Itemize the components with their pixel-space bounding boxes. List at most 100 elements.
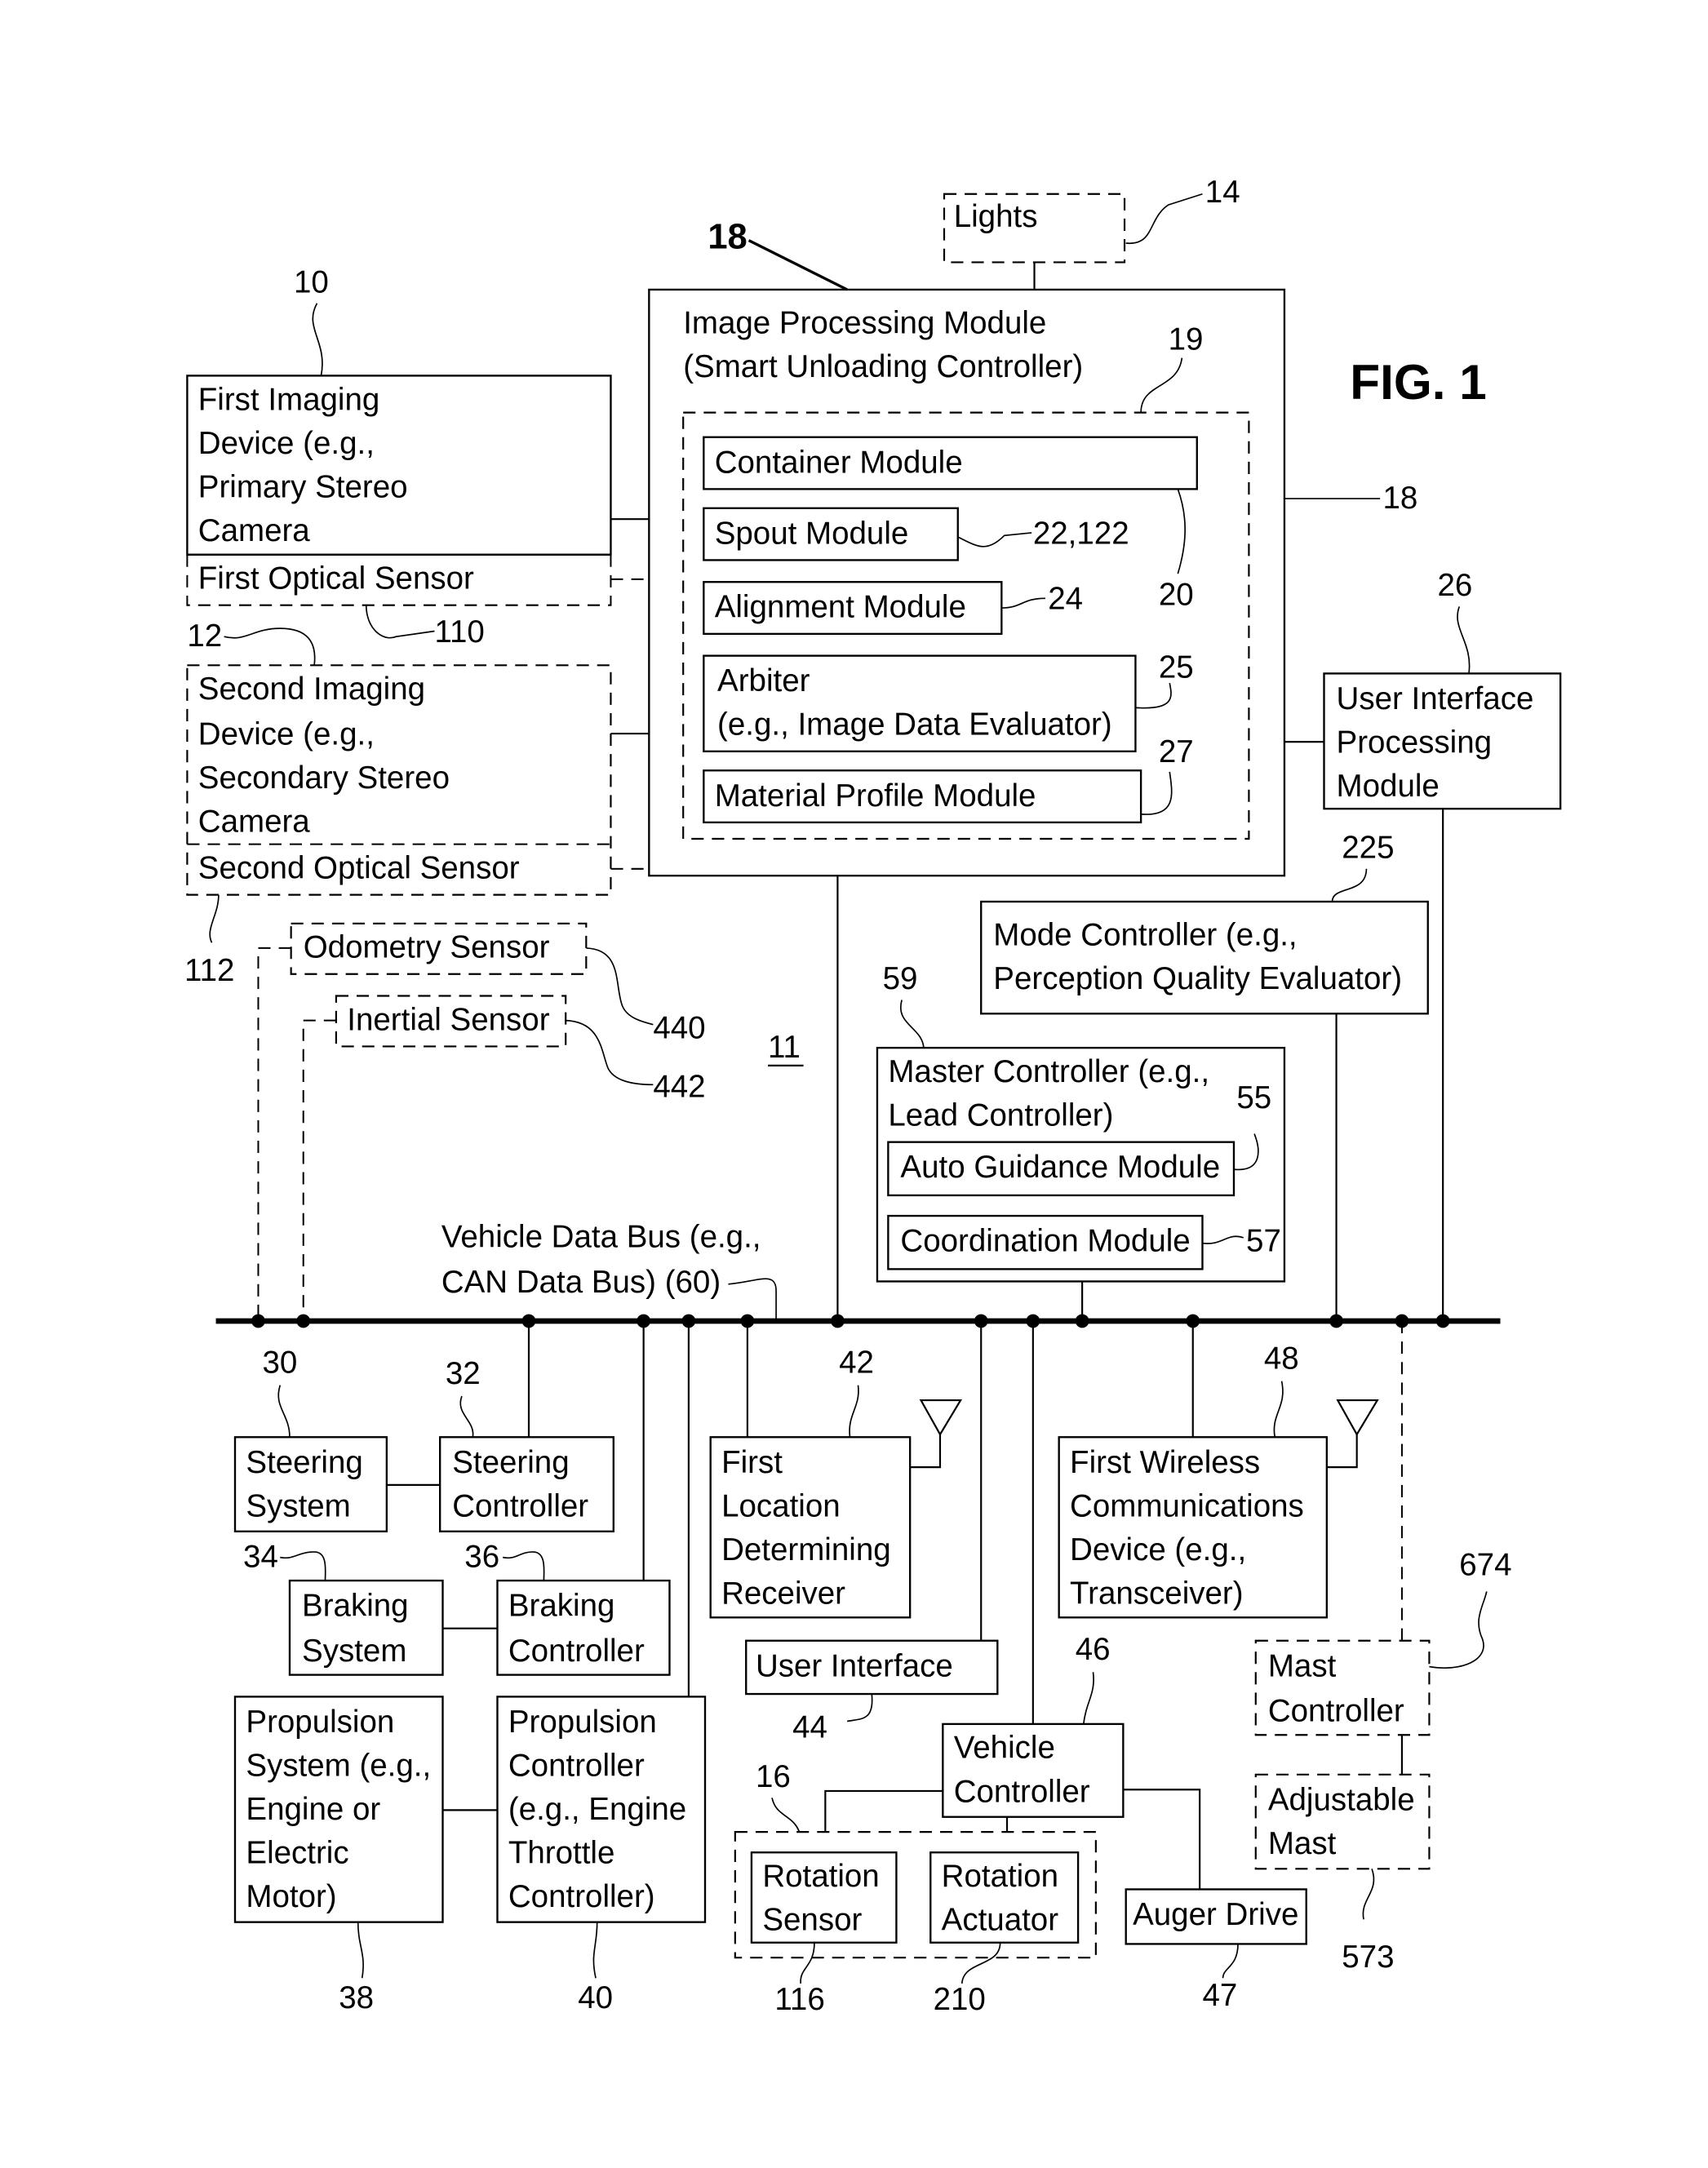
data-bus-leader (728, 1278, 777, 1321)
odometry-leader (586, 947, 654, 1026)
location-receiver-label-1: First (721, 1445, 783, 1480)
ui-processing-leader (1457, 606, 1471, 674)
lights-leader (1125, 193, 1203, 244)
system-block-diagram: FIG. 1 11 Lights 14 Image Processing Mod… (184, 175, 1562, 2017)
braking-controller-leader (503, 1551, 545, 1581)
wireless-device-label-1: First Wireless (1070, 1445, 1260, 1480)
ipm-label-1: Image Processing Module (683, 306, 1046, 341)
lights-ref: 14 (1205, 175, 1240, 210)
first-imaging-device: First Imaging Device (e.g., Primary Ster… (186, 264, 650, 556)
braking-controller-ref: 36 (464, 1539, 499, 1574)
propulsion-system-label-5: Motor) (246, 1879, 336, 1914)
location-receiver-label-4: Receiver (721, 1576, 845, 1612)
first-optical-sensor: First Optical Sensor 110 (186, 553, 650, 650)
arbiter-ref: 25 (1159, 650, 1194, 685)
alignment-module-ref: 24 (1048, 582, 1083, 617)
steering-system-leader (277, 1385, 291, 1438)
antenna-icon (919, 1399, 963, 1437)
master-controller-label-1: Master Controller (e.g., (888, 1054, 1209, 1089)
bus-junction-dot (1075, 1314, 1089, 1328)
arbiter-label-2: (e.g., Image Data Evaluator) (717, 707, 1112, 743)
second-imaging-label-2: Device (e.g., (198, 716, 375, 751)
propulsion-controller-label-3: (e.g., Engine (508, 1792, 686, 1827)
first-optical-ref: 110 (434, 614, 484, 650)
location-receiver-ref: 42 (839, 1346, 874, 1381)
location-receiver-label-2: Location (721, 1488, 841, 1523)
container-module-ref: 20 (1159, 578, 1194, 613)
rotation-sensor-label-2: Sensor (762, 1903, 862, 1938)
mode-controller-label-2: Perception Quality Evaluator) (993, 961, 1402, 996)
rotation-actuator-label-1: Rotation (942, 1859, 1058, 1894)
auger-drive-ref: 47 (1202, 1978, 1237, 2013)
propulsion-system-label-2: System (e.g., (246, 1748, 431, 1783)
inertial-ref: 442 (653, 1069, 705, 1104)
wireless-device-label-2: Communications (1070, 1488, 1304, 1523)
steering-system-ref: 30 (262, 1346, 297, 1381)
location-antenna-mast (910, 1434, 942, 1469)
material-profile-label: Material Profile Module (715, 778, 1036, 814)
steering-system: Steering System 30 (233, 1346, 388, 1532)
first-imaging-label-4: Camera (198, 513, 311, 548)
master-controller-label-2: Lead Controller) (888, 1098, 1113, 1133)
steering-controller-ref: 32 (446, 1356, 481, 1391)
mast-controller-leader (1429, 1591, 1488, 1669)
antenna-icon (1336, 1399, 1379, 1437)
second-imaging-label-3: Secondary Stereo (198, 760, 450, 796)
ipm-ref: 18 (1382, 481, 1417, 516)
second-optical-leader (209, 894, 220, 943)
braking-controller-label-1: Braking (508, 1589, 615, 1624)
user-interface-leader (846, 1693, 873, 1722)
adjustable-mast-ref: 573 (1342, 1940, 1394, 1975)
mast-controller-ref: 674 (1459, 1547, 1511, 1582)
ipm-arrow (748, 239, 848, 291)
master-controller: Master Controller (e.g., Lead Controller… (876, 961, 1286, 1321)
adjustable-mast-label-2: Mast (1268, 1826, 1337, 1861)
wireless-antenna-mast (1326, 1434, 1358, 1469)
propulsion-system-label-1: Propulsion (246, 1705, 394, 1740)
location-receiver: First Location Determining Receiver 42 (709, 1320, 963, 1619)
first-imaging-label-1: First Imaging (198, 382, 380, 417)
propulsion-system-ref: 38 (339, 1980, 374, 2015)
odometry-sensor: Odometry Sensor 440 (257, 922, 706, 1321)
second-optical-ref: 112 (184, 953, 234, 988)
braking-system-label-2: System (302, 1634, 406, 1669)
vehicle-controller-leader (1082, 1672, 1094, 1724)
coordination-label: Coordination Module (900, 1224, 1190, 1259)
mode-controller-ref: 225 (1342, 830, 1394, 865)
vehicle-controller-label-2: Controller (954, 1774, 1090, 1809)
data-bus-label-1: Vehicle Data Bus (e.g., (441, 1220, 761, 1255)
mode-controller-label-1: Mode Controller (e.g., (993, 918, 1297, 953)
mast-controller-label-1: Mast (1268, 1648, 1337, 1683)
propulsion-controller-label-1: Propulsion (508, 1705, 657, 1740)
propulsion-controller-label-4: Throttle (508, 1836, 615, 1871)
coordination-ref: 57 (1246, 1224, 1281, 1259)
rotation-sensor-label-1: Rotation (762, 1859, 879, 1894)
rotation-group-ref: 16 (756, 1759, 791, 1794)
steering-system-label-2: System (246, 1488, 350, 1523)
wireless-device-ref: 48 (1264, 1341, 1299, 1377)
container-module-label: Container Module (715, 445, 963, 480)
master-controller-ref: 59 (883, 961, 918, 996)
system-ref: 11 (768, 1030, 801, 1065)
adjustable-mast-leader (1362, 1869, 1375, 1920)
steering-controller-leader (459, 1395, 474, 1438)
odometry-ref: 440 (653, 1010, 705, 1045)
braking-system-label-1: Braking (302, 1589, 409, 1624)
rotation-actuator-label-2: Actuator (942, 1903, 1059, 1938)
user-interface-ref: 44 (792, 1710, 827, 1745)
first-imaging-ref: 10 (294, 264, 329, 299)
spout-module-ref: 22,122 (1033, 516, 1129, 551)
wireless-device-label-4: Transceiver) (1070, 1576, 1244, 1612)
figure-title: FIG. 1 (1350, 354, 1486, 410)
first-imaging-label-2: Device (e.g., (198, 426, 375, 461)
inertial-label: Inertial Sensor (347, 1002, 549, 1037)
vehicle-to-auger (1123, 1789, 1201, 1890)
auger-drive-label: Auger Drive (1133, 1897, 1298, 1932)
alignment-module-label: Alignment Module (715, 590, 966, 625)
vehicle-controller-label-1: Vehicle (954, 1731, 1055, 1766)
first-optical-label: First Optical Sensor (198, 561, 474, 596)
bus-junction-dot (1435, 1314, 1450, 1328)
propulsion-system-leader (357, 1922, 364, 1979)
user-interface-label: User Interface (756, 1648, 953, 1683)
second-imaging-leader (224, 627, 316, 666)
